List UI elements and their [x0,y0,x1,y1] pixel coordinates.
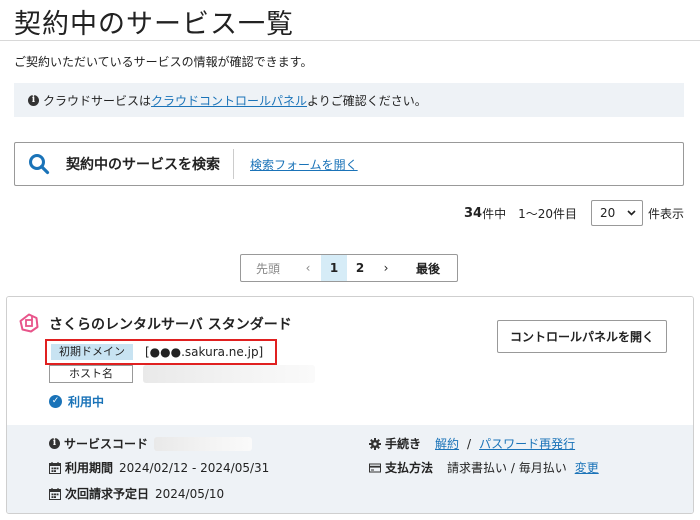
procedures-label: 手続き [385,437,422,451]
service-code-label: サービスコード [64,437,149,451]
procedures-row: 手続き 解約 / パスワード再発行 [369,435,575,452]
procedure-separator: / [467,436,472,451]
payment-label: 支払方法 [385,461,434,475]
title-divider [0,40,700,41]
result-range: 1〜20件目 [518,206,577,221]
per-page-value: 20 [599,206,616,220]
host-name-badge: ホスト名 [49,365,133,383]
check-circle-icon: ✓ [49,395,62,408]
next-billing-value: 2024/05/10 [155,486,225,501]
payment-value: 請求書払い / 毎月払い [447,461,567,475]
pagination: 先頭 ‹ 1 2 › 最後 [240,254,458,282]
payment-row: 支払方法 請求書払い / 毎月払い 変更 [369,459,599,476]
open-control-panel-button[interactable]: コントロールパネルを開く [497,320,667,353]
total-suffix: 件中 [482,206,507,221]
credit-card-icon [369,463,381,472]
service-details: i サービスコード 利用期間 2024/02/12 - 2024/05/31 次… [7,425,693,513]
pagination-next[interactable]: › [373,255,399,281]
chevron-down-icon [627,210,636,216]
redacted-host-name [143,365,315,383]
info-icon: i [49,438,60,449]
search-label: 契約中のサービスを検索 [66,157,220,173]
intro-text: ご契約いただいているサービスの情報が確認できます。 [14,55,313,69]
result-summary: 34 件中 1〜20件目 20 件表示 [464,200,684,226]
calendar-icon [49,461,61,474]
rental-server-logo-icon [19,313,39,333]
next-billing-label: 次回請求予定日 [65,487,150,501]
search-divider [233,149,234,179]
total-count: 34 [463,205,483,221]
service-name: さくらのレンタルサーバ スタンダード [49,317,292,333]
period-value: 2024/02/12 - 2024/05/31 [119,460,270,475]
info-prefix: クラウドサービスは [43,93,152,108]
pagination-last[interactable]: 最後 [399,255,457,281]
per-page-select[interactable]: 20 [590,200,643,226]
period-label: 利用期間 [65,461,114,475]
cancel-contract-link[interactable]: 解約 [435,435,459,452]
initial-domain-badge: 初期ドメイン [51,344,133,360]
pagination-page-1[interactable]: 1 [321,255,347,281]
period-row: 利用期間 2024/02/12 - 2024/05/31 [49,459,269,476]
page-title: 契約中のサービス一覧 [14,9,294,40]
per-page-suffix: 件表示 [647,206,684,221]
status-label: 利用中 [68,395,105,409]
open-search-form-link[interactable]: 検索フォームを開く [250,156,358,173]
info-notice: i クラウドサービスは クラウドコントロールパネル よりご確認ください。 [14,83,684,117]
redacted-service-code [154,436,253,451]
service-card: さくらのレンタルサーバ スタンダード 初期ドメイン [●●●.sakura.ne… [6,296,694,514]
service-card-header: さくらのレンタルサーバ スタンダード 初期ドメイン [●●●.sakura.ne… [7,297,693,425]
reissue-password-link[interactable]: パスワード再発行 [479,435,575,452]
next-billing-row: 次回請求予定日 2024/05/10 [49,485,224,502]
initial-domain-value: [●●●.sakura.ne.jp] [145,345,264,359]
pagination-page-2[interactable]: 2 [347,255,373,281]
service-search-bar: 契約中のサービスを検索 検索フォームを開く [14,142,684,186]
search-icon [29,154,50,175]
info-icon: i [28,94,39,106]
pagination-prev[interactable]: ‹ [295,255,321,281]
pagination-first[interactable]: 先頭 [241,255,295,281]
cloud-control-panel-link[interactable]: クラウドコントロールパネル [151,92,307,109]
gear-icon [369,437,381,450]
calendar-icon [49,487,61,500]
service-code-row: i サービスコード [49,435,253,452]
change-payment-link[interactable]: 変更 [575,459,599,476]
info-suffix: よりご確認ください。 [307,93,427,108]
initial-domain-highlight: 初期ドメイン [●●●.sakura.ne.jp] [45,339,277,365]
service-status: ✓ 利用中 [49,393,104,410]
